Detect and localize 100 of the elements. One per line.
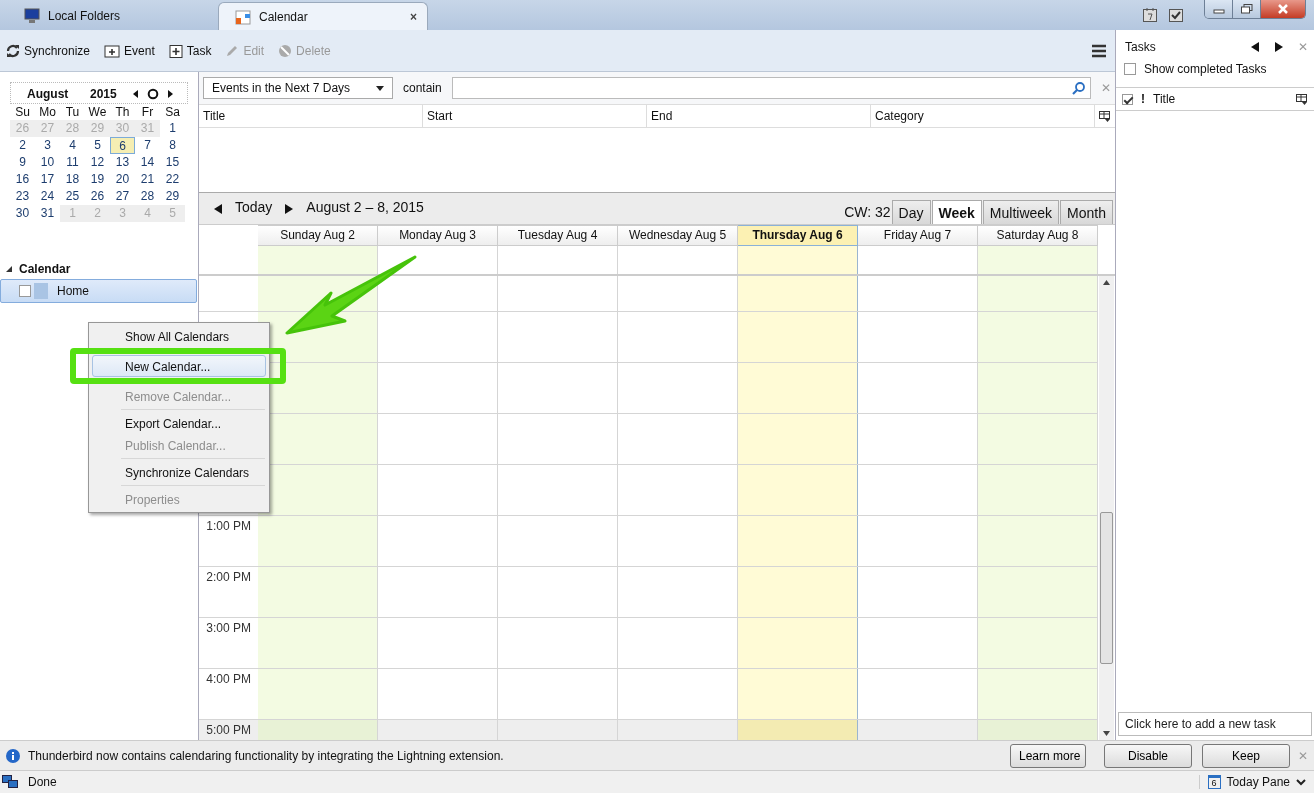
day-number[interactable]: 19 bbox=[85, 171, 110, 188]
status-text: Done bbox=[28, 775, 57, 789]
view-tab[interactable]: Week bbox=[931, 200, 982, 224]
column-header[interactable]: End bbox=[647, 105, 871, 127]
previous-month-icon[interactable] bbox=[131, 89, 140, 99]
sync-icon bbox=[6, 43, 20, 58]
contain-label: contain bbox=[403, 81, 442, 95]
notification-button[interactable]: Disable bbox=[1104, 743, 1192, 768]
tab-label: Local Folders bbox=[48, 9, 121, 23]
day-number[interactable]: 21 bbox=[135, 171, 160, 188]
restore-button[interactable] bbox=[1233, 0, 1261, 18]
menu-item[interactable]: Show All Calendars bbox=[92, 325, 266, 347]
day-number[interactable]: 10 bbox=[35, 154, 60, 171]
day-number[interactable]: 5 bbox=[85, 137, 110, 154]
day-number[interactable]: 13 bbox=[110, 154, 135, 171]
view-tab[interactable]: Month bbox=[1060, 200, 1113, 224]
caret-icon bbox=[376, 85, 384, 91]
date-range: August 2 – 8, 2015 bbox=[306, 199, 424, 215]
previous-week-icon[interactable] bbox=[213, 203, 223, 215]
notification-button[interactable]: Learn more bbox=[1010, 743, 1086, 768]
scrollbar[interactable] bbox=[1099, 276, 1114, 740]
menu-item[interactable]: Synchronize Calendars bbox=[92, 461, 266, 483]
next-week-icon[interactable] bbox=[284, 203, 295, 215]
previous-icon[interactable] bbox=[1250, 41, 1260, 53]
menu-icon[interactable] bbox=[1091, 44, 1107, 58]
day-number[interactable]: 29 bbox=[160, 188, 185, 205]
day-header: Monday Aug 3 bbox=[378, 225, 498, 246]
search-field[interactable] bbox=[451, 77, 1091, 99]
day-number[interactable]: 1 bbox=[160, 120, 185, 137]
column-header[interactable]: Title bbox=[199, 105, 423, 127]
pane-title: Tasks bbox=[1125, 40, 1156, 54]
day-number[interactable]: 14 bbox=[135, 154, 160, 171]
close-tab-button[interactable]: × bbox=[410, 9, 417, 24]
pencil-icon bbox=[225, 43, 240, 58]
weekday-label: Mo bbox=[38, 104, 57, 120]
view-tab[interactable]: Day bbox=[891, 200, 931, 224]
caret-icon bbox=[1296, 778, 1306, 786]
day-number[interactable]: 9 bbox=[10, 154, 35, 171]
section-heading: Calendar bbox=[19, 262, 71, 276]
day-number[interactable]: 7 bbox=[135, 137, 160, 154]
notification-button[interactable]: Keep bbox=[1202, 743, 1290, 768]
day-number[interactable]: 20 bbox=[110, 171, 135, 188]
search-icon bbox=[1072, 81, 1086, 95]
column-header[interactable]: Title bbox=[1153, 92, 1288, 106]
toolbar-button[interactable]: Synchronize bbox=[6, 43, 91, 58]
checkbox[interactable] bbox=[19, 285, 31, 297]
day-number[interactable]: 23 bbox=[10, 188, 35, 205]
next-icon[interactable] bbox=[1274, 41, 1284, 53]
column-header[interactable]: Start bbox=[423, 105, 647, 127]
menu-item[interactable]: New Calendar... bbox=[92, 355, 266, 377]
column-picker-icon[interactable] bbox=[1296, 93, 1308, 105]
close-window-button[interactable] bbox=[1261, 0, 1305, 18]
checkbox[interactable] bbox=[1124, 63, 1136, 75]
scroll-up-icon[interactable] bbox=[1103, 280, 1110, 285]
today-pane-button[interactable]: 6 Today Pane bbox=[1198, 775, 1306, 789]
day-number[interactable]: 8 bbox=[160, 137, 185, 154]
day-number[interactable]: 11 bbox=[60, 154, 85, 171]
priority-column-header[interactable]: ! bbox=[1141, 92, 1145, 106]
day-number[interactable]: 4 bbox=[60, 137, 85, 154]
day-number[interactable]: 27 bbox=[110, 188, 135, 205]
today-button[interactable]: Today bbox=[235, 199, 273, 215]
day-number[interactable]: 24 bbox=[35, 188, 60, 205]
column-picker-icon[interactable] bbox=[1099, 110, 1111, 122]
weekday-label: Sa bbox=[164, 104, 181, 120]
column-header[interactable]: Category bbox=[871, 105, 1095, 127]
day-number[interactable]: 31 bbox=[35, 205, 60, 222]
toolbar-button[interactable]: Task bbox=[168, 43, 212, 58]
view-tab[interactable]: Multiweek bbox=[982, 200, 1060, 224]
calendar-grid-icon bbox=[235, 8, 251, 25]
day-number[interactable]: 17 bbox=[35, 171, 60, 188]
scroll-down-icon[interactable] bbox=[1103, 731, 1110, 736]
calendar-icon[interactable] bbox=[1142, 7, 1158, 23]
toolbar-button[interactable]: Event bbox=[104, 43, 155, 58]
day-number[interactable]: 16 bbox=[10, 171, 35, 188]
day-number[interactable]: 3 bbox=[35, 137, 60, 154]
task-plus-icon bbox=[168, 43, 183, 58]
today-circle-icon[interactable] bbox=[146, 88, 159, 100]
tab[interactable]: Calendar × bbox=[218, 2, 428, 30]
day-number[interactable]: 25 bbox=[60, 188, 85, 205]
day-number[interactable]: 28 bbox=[135, 188, 160, 205]
tab[interactable]: Local Folders bbox=[8, 2, 208, 30]
expanded-triangle-icon[interactable] bbox=[5, 265, 13, 273]
task-check-icon[interactable] bbox=[1168, 7, 1184, 23]
day-number[interactable]: 26 bbox=[85, 188, 110, 205]
completed-column-header[interactable] bbox=[1122, 93, 1133, 105]
day-header: Friday Aug 7 bbox=[858, 225, 978, 246]
day-number[interactable]: 6 bbox=[110, 137, 135, 154]
day-number[interactable]: 22 bbox=[160, 171, 185, 188]
range-dropdown[interactable]: Events in the Next 7 Days bbox=[203, 77, 393, 99]
checkbox-label: Show completed Tasks bbox=[1144, 62, 1267, 76]
day-number[interactable]: 12 bbox=[85, 154, 110, 171]
new-task-field[interactable]: Click here to add a new task bbox=[1118, 712, 1312, 736]
weekday-label: Th bbox=[114, 104, 131, 120]
calendar-item[interactable]: Home bbox=[0, 279, 197, 303]
day-number[interactable]: 30 bbox=[10, 205, 35, 222]
day-number[interactable]: 15 bbox=[160, 154, 185, 171]
day-number[interactable]: 2 bbox=[10, 137, 35, 154]
day-number[interactable]: 18 bbox=[60, 171, 85, 188]
next-month-icon[interactable] bbox=[165, 89, 174, 99]
menu-item[interactable]: Export Calendar... bbox=[92, 412, 266, 434]
